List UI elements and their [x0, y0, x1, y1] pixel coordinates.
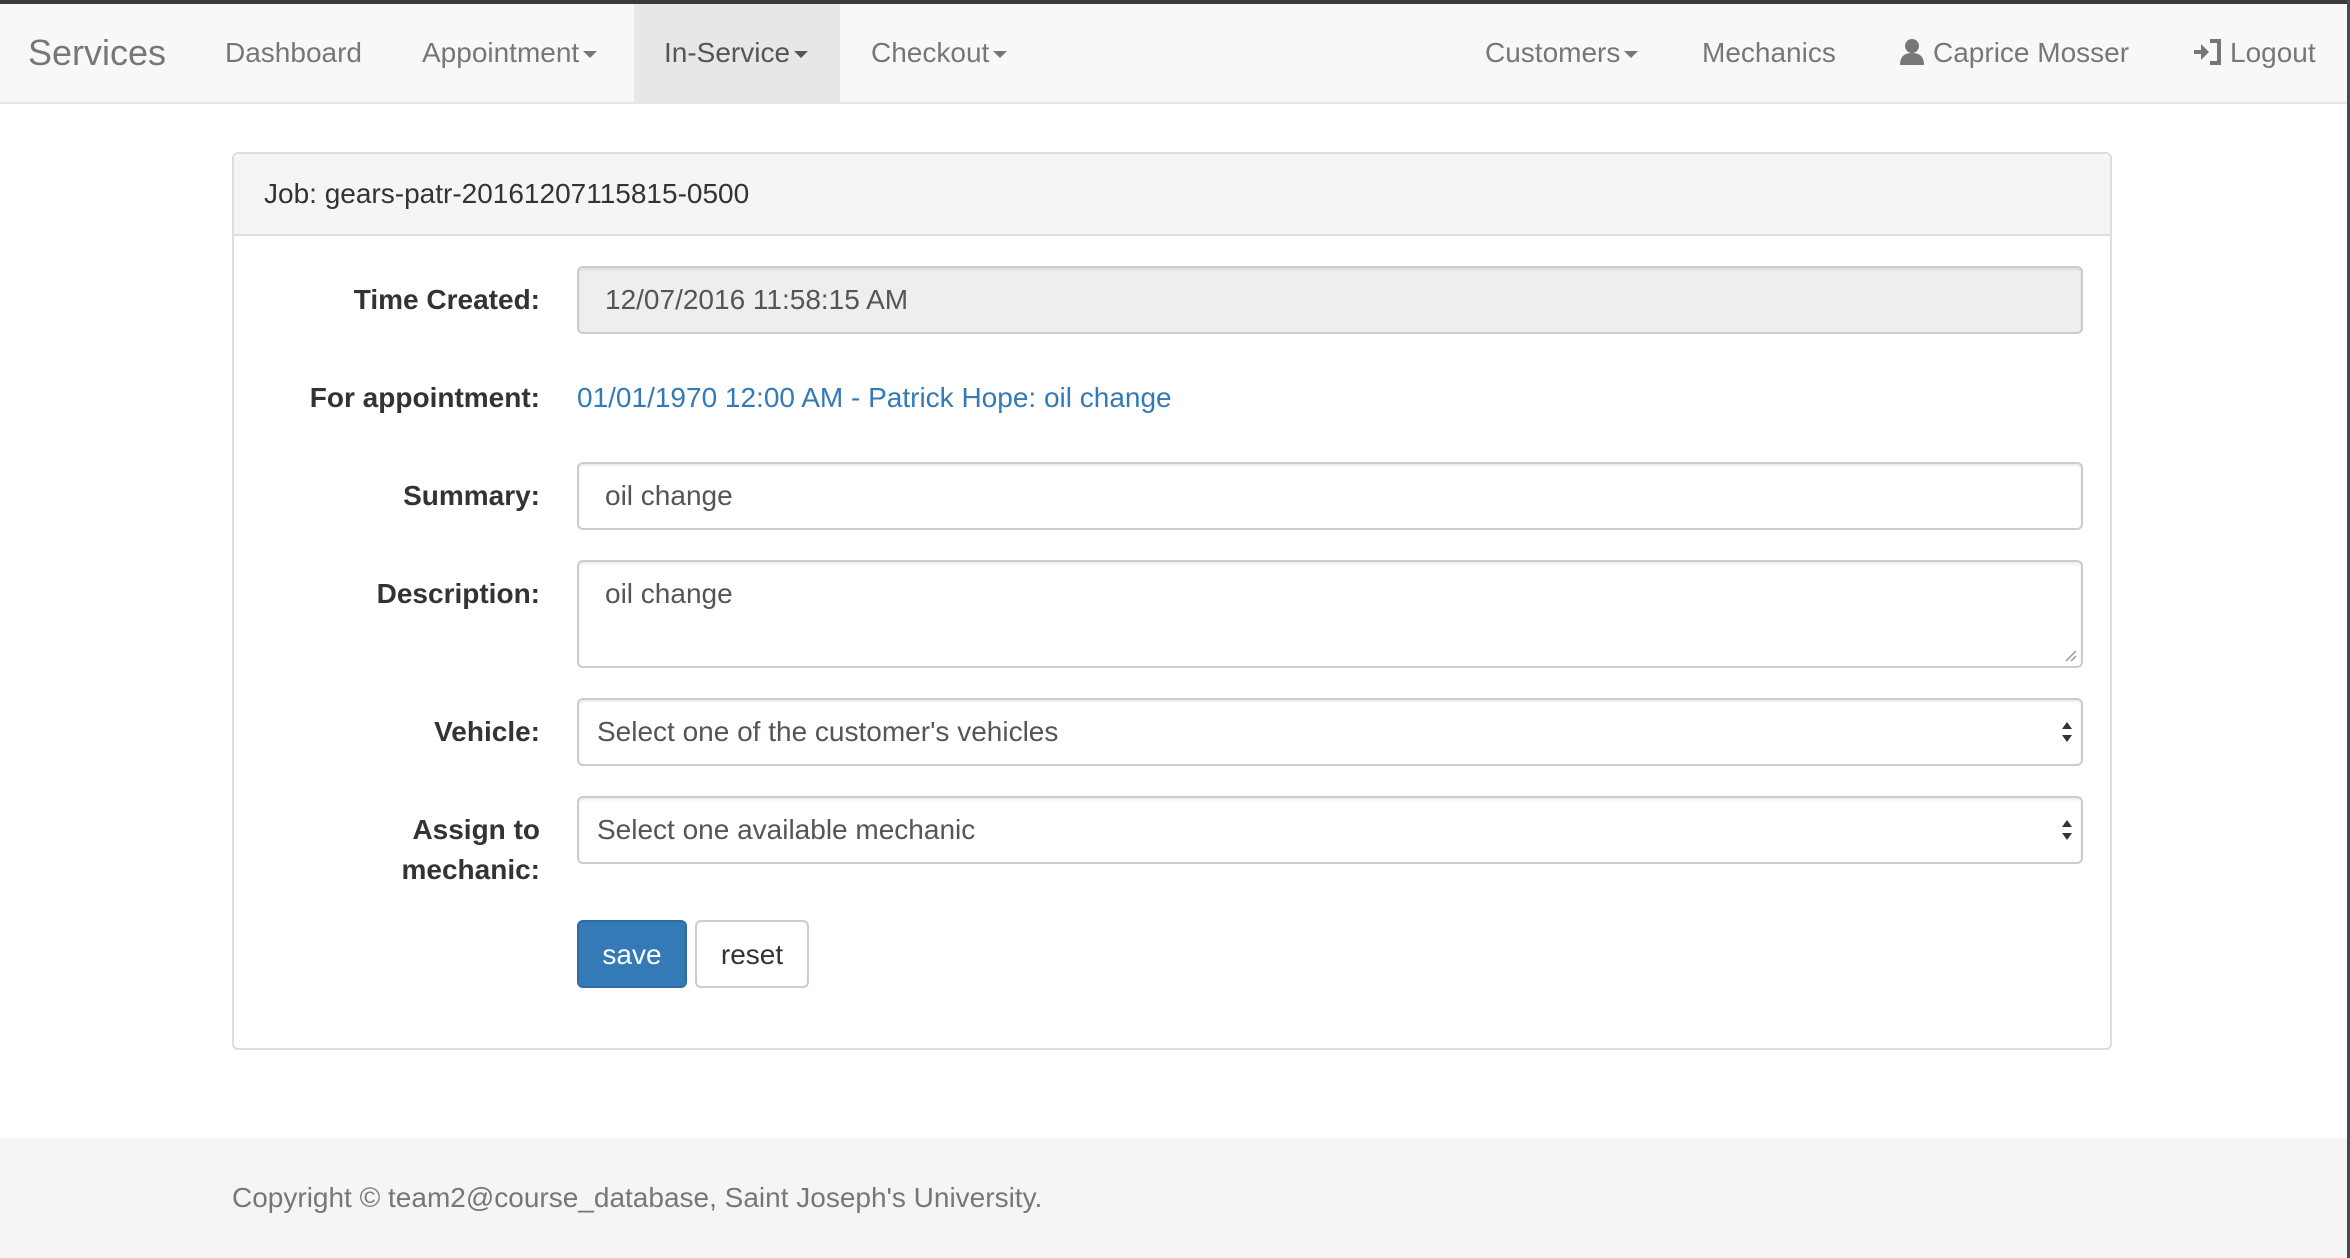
user-icon: [1900, 39, 1924, 65]
nav-logout-label: Logout: [2230, 37, 2316, 68]
nav-checkout-label: Checkout: [871, 37, 990, 68]
nav-customers-label: Customers: [1485, 37, 1621, 68]
vehicle-label: Vehicle:: [434, 716, 540, 747]
appointment-link[interactable]: 01/01/1970 12:00 AM - Patrick Hope: oil …: [577, 378, 1172, 418]
footer-copyright: Copyright © team2@course_database, Saint…: [232, 1182, 1043, 1213]
nav-mechanics[interactable]: Mechanics: [1702, 4, 1836, 102]
mechanic-selected-text: Select one available mechanic: [597, 814, 976, 845]
vehicle-selected-text: Select one of the customer's vehicles: [597, 716, 1059, 747]
select-arrows-icon: [2062, 722, 2072, 742]
vehicle-select[interactable]: Select one of the customer's vehicles: [577, 698, 2083, 766]
select-arrows-icon: [2062, 820, 2072, 840]
chevron-down-icon: [1624, 51, 1639, 59]
nav-mechanics-label: Mechanics: [1702, 37, 1836, 68]
mechanic-label-line1: Assign to: [412, 814, 540, 845]
description-text: oil change: [605, 578, 733, 609]
summary-label: Summary:: [403, 480, 540, 511]
save-button[interactable]: save: [577, 920, 687, 988]
nav-dashboard-label: Dashboard: [225, 37, 362, 68]
nav-customers-dropdown[interactable]: Customers: [1485, 4, 1639, 102]
top-navbar: Services Dashboard Appointment In-Servic…: [0, 4, 2347, 104]
reset-button[interactable]: reset: [695, 920, 809, 988]
summary-input[interactable]: oil change: [577, 462, 2083, 530]
nav-logout[interactable]: Logout: [2192, 4, 2316, 102]
time-created-field[interactable]: 12/07/2016 11:58:15 AM: [577, 266, 2083, 334]
nav-in-service-dropdown[interactable]: In-Service: [634, 4, 840, 102]
mechanic-select[interactable]: Select one available mechanic: [577, 796, 2083, 864]
appointment-label: For appointment:: [309, 382, 540, 413]
chevron-down-icon: [993, 51, 1008, 59]
logout-icon: [2194, 39, 2221, 65]
description-textarea[interactable]: oil change: [577, 560, 2083, 668]
nav-checkout-dropdown[interactable]: Checkout: [871, 4, 1008, 102]
resize-handle-icon[interactable]: [2063, 648, 2077, 662]
nav-in-service-label: In-Service: [664, 37, 791, 68]
chevron-down-icon: [583, 51, 598, 59]
chevron-down-icon: [794, 51, 809, 59]
nav-appointment-dropdown[interactable]: Appointment: [422, 4, 598, 102]
mechanic-label: Assign to mechanic:: [240, 810, 541, 890]
job-panel: Job: gears-patr-20161207115815-0500 Time…: [232, 152, 2112, 1050]
nav-dashboard[interactable]: Dashboard: [225, 4, 362, 102]
nav-user-profile[interactable]: Caprice Mosser: [1899, 4, 2129, 102]
description-label: Description:: [376, 578, 540, 609]
panel-heading: Job: gears-patr-20161207115815-0500: [234, 154, 2110, 236]
nav-appointment-label: Appointment: [422, 37, 580, 68]
nav-user-name: Caprice Mosser: [1933, 37, 2130, 68]
time-created-label: Time Created:: [353, 284, 540, 315]
mechanic-label-line2: mechanic:: [401, 854, 541, 885]
footer: Copyright © team2@course_database, Saint…: [0, 1138, 2347, 1258]
brand-link[interactable]: Services: [28, 4, 166, 102]
